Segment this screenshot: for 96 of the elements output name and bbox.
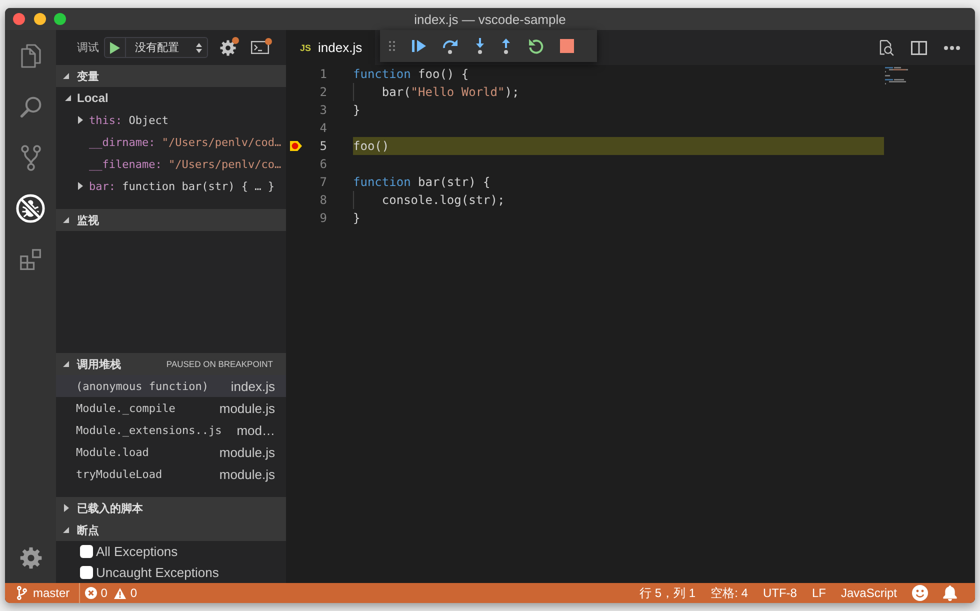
bell-icon[interactable] (943, 585, 957, 601)
line-number: 5 (320, 138, 327, 155)
caret-icon (78, 116, 83, 124)
code-line: console.log(str); (353, 191, 505, 209)
variable-item[interactable]: this: Object (56, 109, 286, 131)
encoding-setting[interactable]: UTF-8 (762, 586, 797, 600)
line-number: 3 (320, 102, 327, 119)
variable-item[interactable]: __filename: "/Users/penlv/co… (56, 153, 286, 175)
variable-item[interactable]: __dirname: "/Users/penlv/cod… (56, 131, 286, 153)
caret-icon (78, 182, 83, 190)
cursor-position[interactable]: 行 5，列 1 (640, 584, 696, 602)
scope-item[interactable]: Local (56, 87, 286, 109)
function-name: Module.load (76, 446, 149, 458)
editor-tab[interactable]: JS index.js (286, 30, 376, 65)
maximize-icon[interactable] (54, 13, 66, 25)
section-header[interactable]: 已载入的脚本 (56, 497, 286, 519)
continue-icon[interactable] (412, 39, 426, 53)
settings-icon[interactable] (20, 546, 42, 568)
step-out-icon[interactable] (501, 38, 511, 54)
branch-item[interactable]: master (17, 586, 79, 600)
variable-item[interactable]: bar: function bar(str) { … } (56, 175, 286, 197)
document-search-icon[interactable] (878, 40, 894, 56)
section-title: 监视 (77, 214, 99, 228)
section-title: 调用堆栈 (77, 358, 121, 372)
file-type-label: JS (300, 42, 312, 52)
function-name: tryModuleLoad (76, 468, 162, 480)
language-mode[interactable]: JavaScript (840, 586, 897, 600)
search-icon[interactable] (20, 96, 42, 118)
stack-frame-row[interactable]: tryModuleLoad module.js (56, 463, 286, 485)
code-line: function foo() { (353, 66, 469, 83)
configuration-dropdown[interactable]: 没有配置 (126, 38, 207, 57)
terminal-icon[interactable] (251, 41, 269, 54)
section-header[interactable]: 调用堆栈 PAUSED ON BREAKPOINT (56, 353, 286, 375)
file-name: index.js (230, 378, 275, 394)
notification-dot-icon (232, 36, 239, 44)
function-name: (anonymous function) (76, 380, 208, 392)
function-name: Module._compile (76, 402, 176, 414)
step-over-icon[interactable] (442, 38, 458, 54)
error-count: 0 (100, 586, 108, 600)
restart-icon[interactable] (528, 38, 544, 54)
file-name: module.js (219, 466, 275, 482)
settings-icon[interactable] (220, 40, 236, 56)
section-title: 变量 (77, 70, 99, 84)
exception-checkbox[interactable] (80, 566, 93, 579)
status-label: PAUSED ON BREAKPOINT (166, 359, 273, 369)
code-line: } (353, 102, 360, 119)
updown-icon (196, 42, 202, 52)
line-number: 7 (320, 174, 327, 191)
file-name: module.js (219, 400, 275, 416)
section-header[interactable]: 变量 (56, 65, 286, 87)
panel-title: 调试 (77, 41, 99, 55)
file-name: module.js (219, 444, 275, 460)
warning-count: 0 (130, 586, 138, 600)
minimize-icon[interactable] (34, 13, 46, 25)
branch-icon[interactable] (20, 144, 40, 170)
checkbox-label: All Exceptions (96, 544, 178, 559)
split-view-icon[interactable] (911, 40, 927, 54)
close-icon[interactable] (13, 13, 25, 25)
more-icon[interactable] (944, 46, 960, 50)
section-title: 断点 (77, 524, 99, 538)
code-line: function bar(str) { (353, 174, 490, 191)
code-line: bar("Hello World"); (353, 83, 520, 101)
line-number: 8 (320, 192, 327, 209)
section-header[interactable]: 监视 (56, 209, 286, 231)
drag-handle-icon[interactable] (389, 41, 395, 51)
window-title: index.js — vscode-sample (414, 12, 566, 26)
line-number: 6 (320, 156, 327, 173)
exception-checkbox[interactable] (80, 545, 93, 558)
blocks-icon[interactable] (20, 248, 42, 270)
warning-icon[interactable] (114, 588, 126, 598)
line-number: 2 (320, 84, 327, 101)
indentation-setting[interactable]: 空格: 4 (710, 584, 748, 602)
breakpoint-icon[interactable] (290, 141, 302, 151)
section-header[interactable]: 断点 (56, 519, 286, 541)
stack-frame-row[interactable]: Module.load module.js (56, 441, 286, 463)
line-ending-setting[interactable]: LF (812, 586, 826, 600)
step-into-icon[interactable] (474, 38, 484, 54)
minimap-drawing[interactable] (885, 67, 908, 85)
stack-frame-row[interactable]: Module._compile module.js (56, 397, 286, 419)
line-number: 4 (320, 120, 327, 137)
error-icon[interactable] (84, 587, 97, 599)
checkbox-label: Uncaught Exceptions (96, 565, 219, 580)
stack-frame-row[interactable]: Module._extensions..js mod… (56, 419, 286, 441)
bug-icon[interactable] (16, 194, 45, 223)
code-line: } (353, 210, 360, 227)
smiley-icon[interactable] (912, 585, 928, 601)
function-name: Module._extensions..js (76, 424, 222, 436)
play-icon (110, 42, 120, 54)
line-number: 9 (320, 210, 327, 227)
notification-dot-icon (265, 38, 272, 45)
stack-frame-row[interactable]: (anonymous function) index.js (56, 375, 286, 397)
line-number: 1 (320, 66, 327, 83)
section-title: 已载入的脚本 (77, 502, 143, 516)
file-name: mod… (236, 422, 275, 438)
branch-icon (17, 586, 27, 600)
files-icon[interactable] (20, 44, 40, 68)
